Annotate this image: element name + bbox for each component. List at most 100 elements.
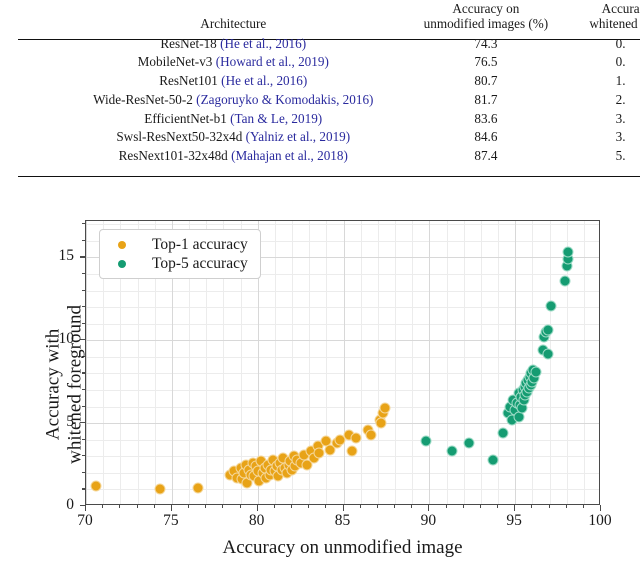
column-header-architecture: Architecture [48, 2, 419, 35]
x-tick-minor [479, 505, 481, 509]
citation-link[interactable]: (Howard et al., 2019) [216, 54, 329, 69]
data-point [463, 437, 475, 449]
data-point [497, 427, 509, 439]
header-line: unmodified images (%) [423, 15, 549, 31]
cell-accuracy-unmodified: 83.6 [474, 110, 498, 126]
x-tick-minor [359, 505, 361, 509]
x-tick-label: 100 [588, 512, 612, 529]
x-tick-minor [445, 505, 447, 509]
gridline-minor-vertical [446, 221, 448, 504]
cell-accuracy-whitened: 1. [615, 73, 626, 89]
gridline-minor-vertical [583, 221, 585, 504]
model-name: EfficientNet-b1 [144, 110, 231, 126]
x-axis-label: Accuracy on unmodified image [222, 537, 463, 558]
table-header-row: Architecture Accuracy on unmodified imag… [48, 1, 640, 35]
x-tick-minor [376, 505, 378, 509]
gridline-minor-vertical [549, 221, 551, 504]
gridline-minor-vertical [343, 221, 345, 504]
y-tick-minor [81, 223, 85, 225]
gridline-minor-horizontal [86, 456, 599, 458]
data-point [562, 246, 574, 258]
cell-architecture: ResNext101-32x48d (Mahajan et al., 2018) [48, 147, 419, 166]
x-tick-minor [239, 505, 241, 509]
data-point [542, 348, 554, 360]
table-body: ResNet-18 (He et al., 2016) 74.3 0. MobileN… [48, 35, 640, 166]
gridline-major-horizontal [86, 423, 599, 425]
citation-link[interactable]: (Mahajan et al., 2018) [231, 148, 348, 163]
data-point [559, 275, 571, 287]
x-tick-major [428, 505, 430, 511]
model-name: Swsl-ResNext50-32x4d [116, 129, 246, 145]
gridline-minor-horizontal [86, 290, 599, 292]
cell-architecture: ResNet101 (He et al., 2016) [48, 72, 419, 91]
header-line: Accuracy on [452, 1, 520, 16]
x-tick-minor [565, 505, 567, 509]
gridline-minor-vertical [429, 221, 431, 504]
x-tick-major [256, 505, 258, 511]
citation-link[interactable]: (Yalniz et al., 2019) [246, 129, 351, 145]
legend-label: Top-1 accuracy [152, 235, 248, 253]
x-tick-major [514, 505, 516, 511]
data-point [154, 483, 166, 495]
citation-link[interactable]: (Tan & Le, 2019) [230, 111, 322, 126]
y-axis-label-line: Accuracy with [42, 328, 64, 441]
data-point [365, 429, 377, 441]
legend-marker-icon [118, 240, 126, 249]
legend-item-top5: Top-5 accuracy [108, 254, 248, 273]
header-line: Accura [601, 1, 640, 16]
model-name: ResNext101-32x48d [118, 148, 232, 164]
column-header-accuracy-unmodified: Accuracy on unmodified images (%) [419, 1, 554, 35]
header-line: Architecture [200, 15, 267, 31]
x-tick-minor [582, 505, 584, 509]
column-header-accuracy-whitened: Accura whitened fo [553, 1, 640, 35]
x-tick-label: 85 [334, 512, 351, 529]
chart-legend: Top-1 accuracy Top-5 accuracy [99, 229, 261, 279]
cell-architecture: ResNet-18 (He et al., 2016) [48, 35, 419, 54]
gridline-major-vertical [343, 221, 345, 504]
cell-architecture: Swsl-ResNext50-32x4d (Yalniz et al., 201… [48, 128, 419, 147]
cell-accuracy-whitened: 3. [615, 129, 626, 145]
data-point [487, 454, 499, 466]
x-tick-minor [308, 505, 310, 509]
gridline-minor-horizontal [86, 224, 599, 226]
gridline-minor-horizontal [86, 307, 599, 309]
table-rule-bottom [18, 176, 640, 177]
x-tick-minor [411, 505, 413, 509]
model-name: ResNet101 [159, 73, 222, 89]
cell-architecture: EfficientNet-b1 (Tan & Le, 2019) [48, 110, 419, 129]
cell-accuracy-unmodified: 81.7 [474, 91, 498, 107]
model-name: MobileNet-v3 [137, 54, 216, 70]
gridline-minor-vertical [463, 221, 465, 504]
model-name: Wide-ResNet-50-2 [93, 91, 197, 107]
gridline-minor-vertical [532, 221, 534, 504]
y-axis-label-line: whitened foreground [65, 305, 86, 464]
gridline-minor-horizontal [86, 356, 599, 358]
citation-link[interactable]: (He et al., 2016) [220, 36, 306, 51]
cell-accuracy-whitened: 5. [615, 148, 626, 164]
gridline-minor-vertical [360, 221, 362, 504]
citation-link[interactable]: (Zagoruyko & Komodakis, 2016) [196, 92, 373, 107]
x-tick-minor [325, 505, 327, 509]
gridline-major-horizontal [86, 340, 599, 342]
cell-accuracy-whitened: 2. [615, 91, 626, 107]
data-point [446, 445, 458, 457]
data-point [542, 324, 554, 336]
y-axis-label: Accuracy with whitened foreground [43, 234, 88, 534]
x-tick-major [170, 505, 172, 511]
x-tick-minor [136, 505, 138, 509]
x-tick-minor [102, 505, 104, 509]
x-tick-minor [188, 505, 190, 509]
data-point [379, 402, 391, 414]
citation-link[interactable]: (He et al., 2016) [221, 73, 307, 88]
table-row: ResNext101-32x48d (Mahajan et al., 2018)… [48, 147, 640, 166]
gridline-minor-vertical [326, 221, 328, 504]
x-tick-minor [291, 505, 293, 509]
cell-accuracy-whitened: 0. [615, 35, 626, 51]
legend-label: Top-5 accuracy [152, 254, 248, 272]
cell-accuracy-whitened: 3. [615, 110, 626, 126]
x-tick-minor [548, 505, 550, 509]
table-row: Swsl-ResNext50-32x4d (Yalniz et al., 201… [48, 128, 640, 147]
x-tick-label: 75 [163, 512, 179, 529]
results-table-region: Architecture Accuracy on unmodified imag… [0, 0, 640, 190]
gridline-minor-vertical [377, 221, 379, 504]
